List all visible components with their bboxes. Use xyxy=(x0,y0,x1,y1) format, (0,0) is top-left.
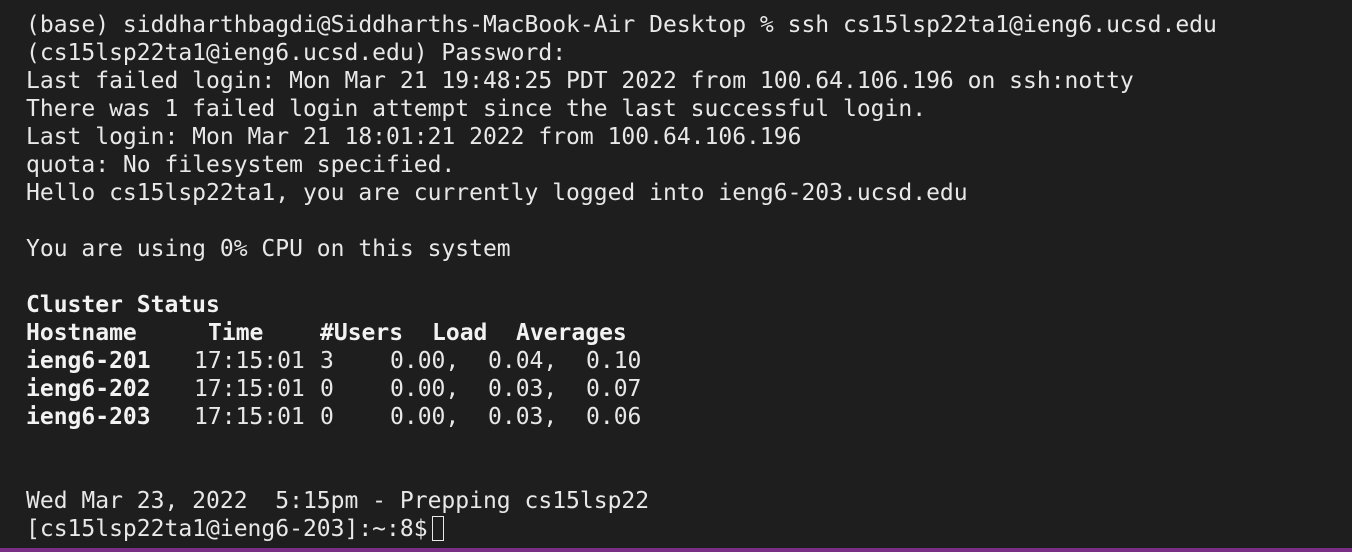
last-failed-login-line: Last failed login: Mon Mar 21 19:48:25 P… xyxy=(26,68,1134,94)
row-load-1: 0.00, xyxy=(390,348,460,374)
row-users: 0 xyxy=(320,404,334,430)
header-time: Time xyxy=(208,320,264,346)
header-hostname: Hostname xyxy=(26,320,137,346)
row-time: 17:15:01 xyxy=(194,404,305,430)
shell-prompt-line[interactable]: [cs15lsp22ta1@ieng6-203]:~:8$ xyxy=(26,515,1352,543)
row-load-5: 0.03, xyxy=(488,404,558,430)
cpu-usage-line: You are using 0% CPU on this system xyxy=(26,236,511,262)
table-row: ieng6-202 17:15:01 0 0.00, 0.03, 0.07 xyxy=(26,375,1352,403)
row-hostname: ieng6-202 xyxy=(26,376,151,402)
password-prompt-line: (cs15lsp22ta1@ieng6.ucsd.edu) Password: xyxy=(26,40,567,66)
row-hostname: ieng6-201 xyxy=(26,348,151,374)
table-row: ieng6-203 17:15:01 0 0.00, 0.03, 0.06 xyxy=(26,403,1352,431)
window-bottom-accent-bar xyxy=(0,548,1352,552)
row-load-15: 0.06 xyxy=(586,404,642,430)
header-averages: Averages xyxy=(516,320,627,346)
table-row: ieng6-201 17:15:01 3 0.00, 0.04, 0.10 xyxy=(26,347,1352,375)
row-load-5: 0.03, xyxy=(488,376,558,402)
row-time: 17:15:01 xyxy=(194,376,305,402)
row-load-15: 0.07 xyxy=(586,376,642,402)
row-load-1: 0.00, xyxy=(390,376,460,402)
header-users: #Users xyxy=(320,320,404,346)
shell-prompt: [cs15lsp22ta1@ieng6-203]:~:8$ xyxy=(26,516,428,542)
last-login-line: Last login: Mon Mar 21 18:01:21 2022 fro… xyxy=(26,124,802,150)
row-hostname: ieng6-203 xyxy=(26,404,151,430)
cluster-status-table: Cluster Status Hostname Time #Users Load Ave… xyxy=(26,291,1352,431)
failed-attempts-line: There was 1 failed login attempt since t… xyxy=(26,96,927,122)
quota-line: quota: No filesystem specified. xyxy=(26,152,456,178)
cluster-status-title: Cluster Status xyxy=(26,292,220,318)
text-cursor xyxy=(431,516,444,541)
row-users: 3 xyxy=(320,348,334,374)
row-time: 17:15:01 xyxy=(194,348,305,374)
row-users: 0 xyxy=(320,376,334,402)
motd-line: Wed Mar 23, 2022 5:15pm - Prepping cs15l… xyxy=(26,488,650,514)
hello-line: Hello cs15lsp22ta1, you are currently lo… xyxy=(26,180,968,206)
ssh-command-line: (base) siddharthbagdi@Siddharths-MacBook… xyxy=(26,12,1217,38)
terminal-window[interactable]: (base) siddharthbagdi@Siddharths-MacBook… xyxy=(0,0,1352,552)
row-load-1: 0.00, xyxy=(390,404,460,430)
row-load-15: 0.10 xyxy=(586,348,642,374)
header-load: Load xyxy=(432,320,488,346)
cluster-header-row: Hostname Time #Users Load Averages xyxy=(26,319,1352,347)
row-load-5: 0.04, xyxy=(488,348,558,374)
